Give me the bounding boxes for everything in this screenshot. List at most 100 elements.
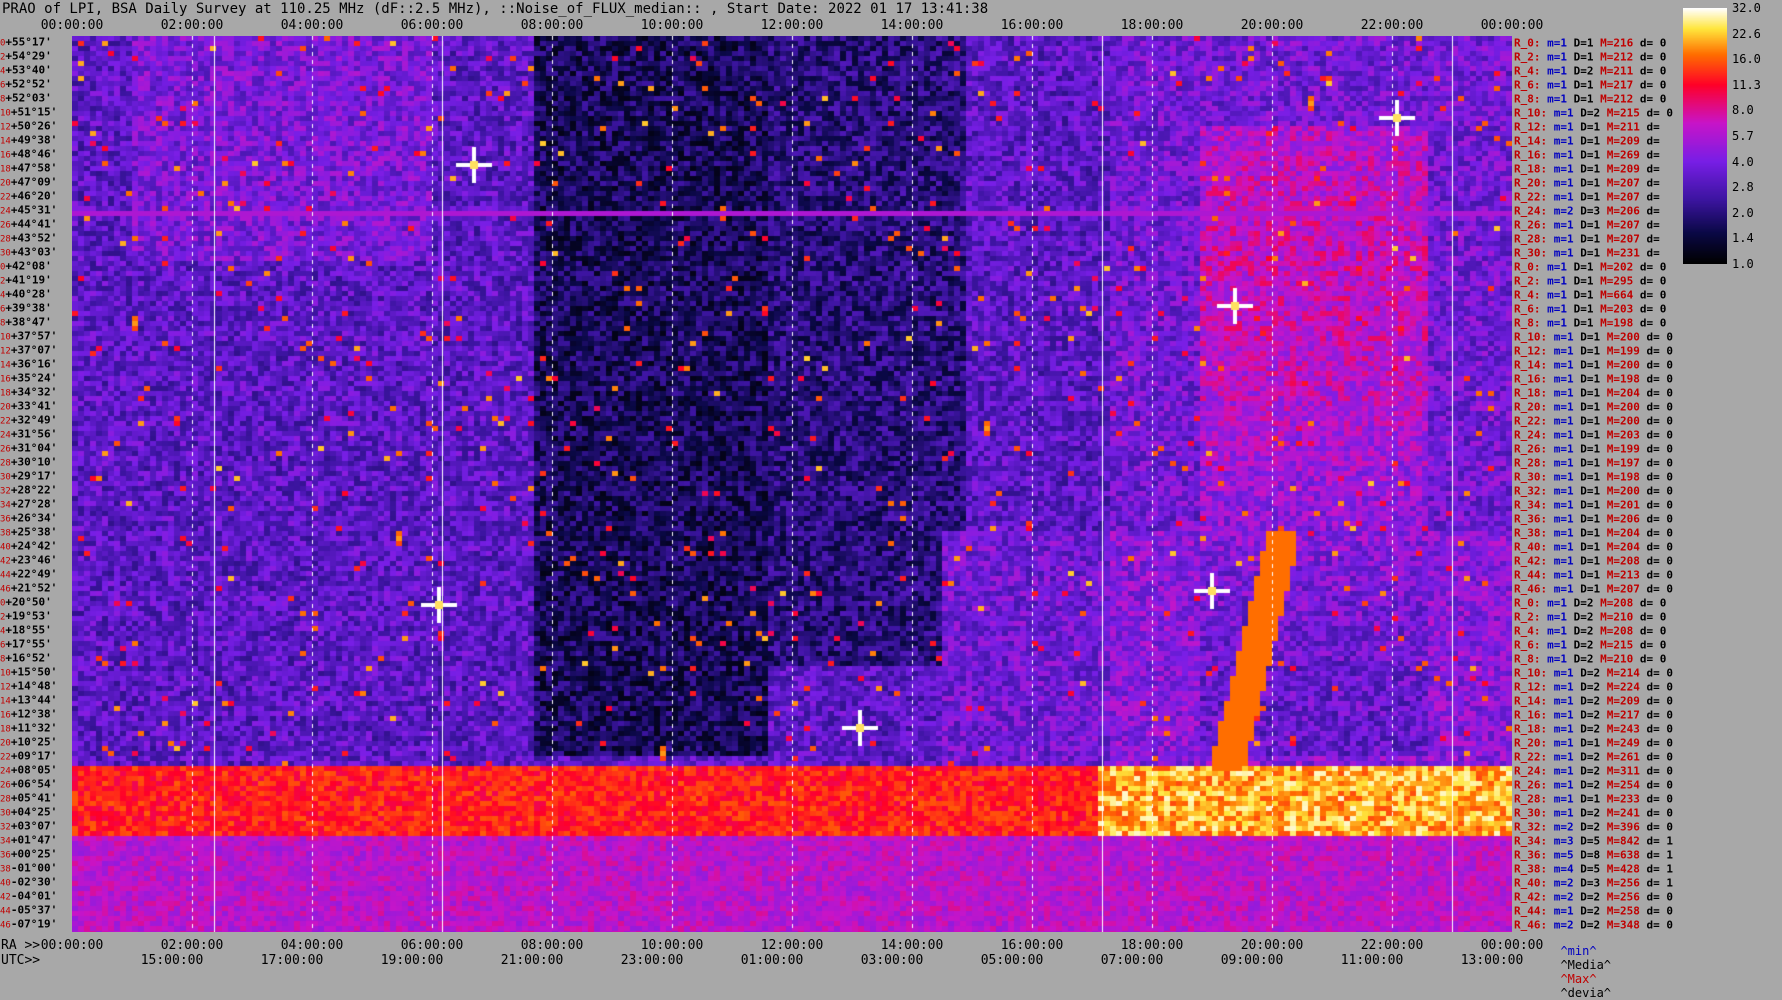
declination-label: 44-05°37': [0, 905, 72, 918]
stat-deviation: d= 0: [1646, 386, 1674, 400]
stat-max: M=211: [1606, 120, 1640, 134]
row-index: 18: [0, 724, 11, 735]
utc-tick-label: 05:00:00: [980, 953, 1044, 968]
declination-value: +47°09': [10, 175, 58, 189]
stat-min: m=1: [1553, 162, 1574, 176]
stat-r: R_0:: [1514, 260, 1541, 274]
stat-max: M=256: [1606, 890, 1640, 904]
utc-tick-label: 17:00:00: [260, 953, 324, 968]
stat-deviation: d=: [1646, 204, 1660, 218]
stat-median: D=1: [1573, 288, 1594, 302]
stat-median: D=2: [1580, 722, 1601, 736]
stat-r: R_30:: [1514, 470, 1548, 484]
declination-label: 22+46°20': [0, 191, 72, 204]
stat-r: R_22:: [1514, 750, 1548, 764]
stat-max: M=207: [1606, 190, 1640, 204]
row-index: 32: [0, 822, 11, 833]
stat-deviation: d= 0: [1646, 778, 1674, 792]
stat-median: D=3: [1580, 204, 1601, 218]
declination-label: 24+08°05': [0, 765, 72, 778]
declination-value: +49°38': [10, 133, 58, 147]
stat-deviation: d= 0: [1646, 442, 1674, 456]
stat-median: D=2: [1580, 820, 1601, 834]
stat-deviation: d= 0: [1646, 526, 1674, 540]
stat-median: D=1: [1580, 456, 1601, 470]
declination-value: +39°38': [5, 301, 52, 315]
stat-r: R_20:: [1514, 176, 1548, 190]
stat-r: R_8:: [1514, 92, 1541, 106]
declination-label: 0+55°17': [0, 37, 72, 50]
stat-deviation: d= 0: [1639, 302, 1667, 316]
stat-r: R_6:: [1514, 78, 1541, 92]
declination-label: 42+23°46': [0, 555, 72, 568]
stat-r: R_12:: [1514, 120, 1548, 134]
stat-r: R_16:: [1514, 708, 1548, 722]
stat-min: m=1: [1547, 50, 1567, 64]
declination-value: +09°17': [10, 749, 58, 763]
stat-min: m=1: [1553, 372, 1574, 386]
stat-min: m=1: [1547, 36, 1567, 50]
stat-median: D=1: [1580, 554, 1601, 568]
declination-label: 28+05°41': [0, 793, 72, 806]
top-tick-label: 22:00:00: [1360, 18, 1424, 33]
declination-label: 12+37°07': [0, 345, 72, 358]
stat-deviation: d=: [1646, 162, 1660, 176]
stat-min: m=2: [1553, 820, 1574, 834]
declination-value: +04°25': [10, 805, 58, 819]
stat-max: M=258: [1606, 904, 1640, 918]
stat-min: m=1: [1553, 792, 1574, 806]
row-index: 24: [0, 766, 11, 777]
stat-deviation: d= 1: [1646, 876, 1674, 890]
declination-label: 30+29°17': [0, 471, 72, 484]
stat-r: R_32:: [1514, 484, 1548, 498]
declination-value: +30°10': [10, 455, 58, 469]
row-index: 30: [0, 472, 11, 483]
stat-deviation: d= 1: [1646, 848, 1674, 862]
stat-r: R_10:: [1514, 330, 1548, 344]
stat-row: R_10: m=1 D=2 M=214 d= 0: [1514, 668, 1673, 679]
stat-median: D=1: [1573, 78, 1594, 92]
row-index: 40: [0, 878, 11, 889]
stat-max: M=295: [1600, 274, 1634, 288]
row-index: 26: [0, 444, 11, 455]
stat-row: R_36: m=1 D=1 M=206 d= 0: [1514, 514, 1673, 525]
declination-label: 6+52°52': [0, 79, 72, 92]
stat-max: M=209: [1606, 134, 1640, 148]
stat-max: M=233: [1606, 792, 1640, 806]
stat-deviation: d= 0: [1646, 554, 1674, 568]
stat-row: R_18: m=1 D=2 M=243 d= 0: [1514, 724, 1673, 735]
stat-min: m=4: [1553, 862, 1574, 876]
declination-label: 32+03°07': [0, 821, 72, 834]
stat-deviation: d= 0: [1646, 736, 1674, 750]
utc-tick-label: 07:00:00: [1100, 953, 1164, 968]
stat-deviation: d= 0: [1646, 904, 1674, 918]
ra-tick-label: 00:00:00: [40, 938, 104, 953]
colorbar-tick: 8.0: [1732, 103, 1754, 118]
ra-tick-label: 08:00:00: [520, 938, 584, 953]
stat-row: R_30: m=1 D=1 M=198 d= 0: [1514, 472, 1673, 483]
stat-deviation: d= 0: [1639, 288, 1667, 302]
declination-value: +43°03': [10, 245, 58, 259]
stat-r: R_18:: [1514, 722, 1548, 736]
stat-median: D=2: [1573, 596, 1594, 610]
stat-median: D=1: [1580, 792, 1601, 806]
stat-row: R_26: m=1 D=2 M=254 d= 0: [1514, 780, 1673, 791]
row-index: 34: [0, 500, 11, 511]
stat-deviation: d= 0: [1646, 344, 1674, 358]
stat-deviation: d= 0: [1639, 92, 1667, 106]
stat-max: M=217: [1600, 78, 1634, 92]
stat-min: m=1: [1553, 414, 1574, 428]
stat-min: m=1: [1553, 190, 1574, 204]
stat-max: M=204: [1606, 540, 1640, 554]
top-tick-label: 04:00:00: [280, 18, 344, 33]
stat-r: R_46:: [1514, 582, 1548, 596]
stat-median: D=1: [1580, 134, 1601, 148]
stat-row: R_28: m=1 D=1 M=197 d= 0: [1514, 458, 1673, 469]
stat-median: D=2: [1573, 624, 1594, 638]
row-index: 30: [0, 248, 11, 259]
declination-value: +44°41': [10, 217, 58, 231]
declination-label: 12+50°26': [0, 121, 72, 134]
stat-min: m=1: [1553, 512, 1574, 526]
stat-median: D=1: [1580, 232, 1601, 246]
declination-label: 2+19°53': [0, 611, 72, 624]
